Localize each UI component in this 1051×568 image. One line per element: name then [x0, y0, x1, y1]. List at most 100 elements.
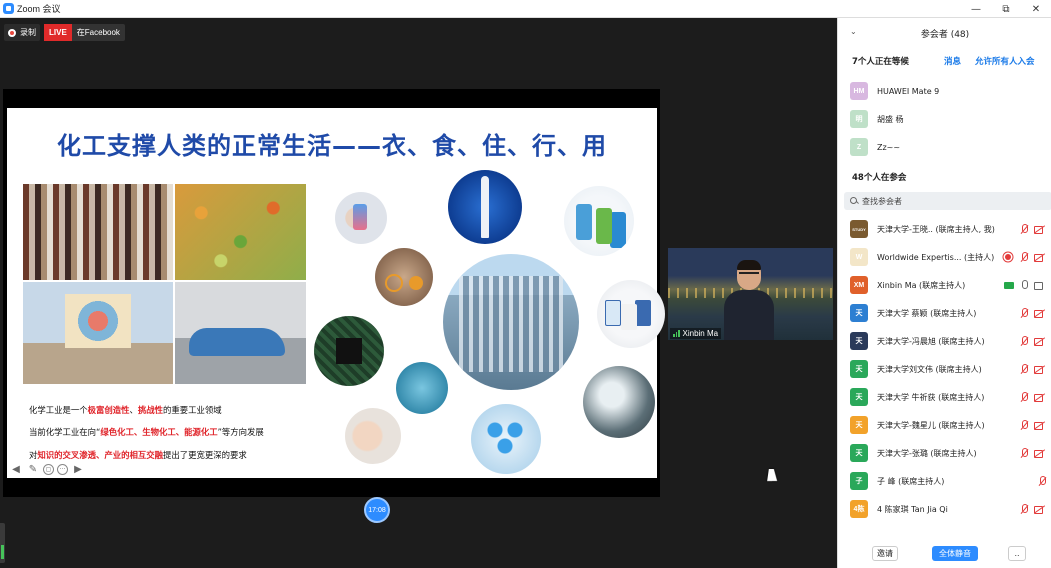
more-button[interactable]: ..	[1008, 546, 1026, 561]
panel-footer: 邀请 全体静音 ..	[838, 538, 1051, 568]
screen-share: 化工支撑人类的正常生活——衣、食、住、行、用 化学工业是一个极富创造性、挑战性的…	[3, 89, 665, 497]
slide-title: 化工支撑人类的正常生活——衣、食、住、行、用	[57, 132, 607, 160]
microphone-muted-icon[interactable]	[1020, 223, 1028, 235]
video-off-icon[interactable]	[1034, 337, 1046, 346]
microphone-muted-icon[interactable]	[1020, 447, 1028, 459]
microphone-muted-icon[interactable]	[1020, 503, 1028, 515]
video-off-icon[interactable]	[1034, 309, 1046, 318]
window-titlebar: Zoom 会议 — ⧉ ✕	[0, 0, 1051, 18]
speaker-name: Xinbin Ma	[682, 329, 719, 338]
chemical-plant-image	[443, 254, 579, 390]
microphone-muted-icon[interactable]	[1020, 391, 1028, 403]
participant-name: 天津大学 牛祈获 (联席主持人)	[877, 392, 985, 402]
participant-name: 天津大学刘文伟 (联席主持人)	[877, 364, 982, 374]
participant-row[interactable]: 4陈 4 陈家琪 Tan Jia Qi	[838, 495, 1051, 523]
in-meeting-header: 48个人在参会	[838, 168, 1051, 186]
highlight-segment: 挑战性	[137, 405, 163, 415]
avatar: 天	[850, 360, 868, 378]
participant-name: 天津大学-魏星儿 (联席主持人)	[877, 420, 985, 430]
clothes-photo	[23, 184, 173, 280]
live-target: 在Facebook	[76, 28, 120, 37]
recording-indicator[interactable]: 录制	[4, 24, 40, 41]
participant-name: 天津大学-张璐 (联席主持人)	[877, 448, 977, 458]
pen-icon[interactable]: ✎	[26, 462, 40, 476]
next-slide-icon[interactable]: ▶	[71, 462, 85, 476]
microphone-muted-icon[interactable]	[1020, 307, 1028, 319]
more-options-icon[interactable]: ···	[57, 463, 68, 475]
video-off-icon[interactable]	[1034, 253, 1046, 262]
participant-row[interactable]: 天天津大学-冯晨旭 (联席主持人)	[838, 327, 1051, 355]
text-segment: 当前化学工业在向“	[29, 427, 101, 437]
participant-search-input[interactable]: 查找参会者	[844, 192, 1051, 210]
microphone-muted-icon[interactable]	[1020, 363, 1028, 375]
previous-slide-icon[interactable]: ◀	[9, 462, 23, 476]
waiting-participant-row[interactable]: 明胡盛 杨	[838, 105, 1051, 133]
audio-level-indicator	[0, 523, 5, 563]
avatar: Z	[850, 138, 868, 156]
live-stream-indicator[interactable]: LIVE 在Facebook	[44, 24, 125, 41]
maximize-icon[interactable]: ⧉	[991, 0, 1021, 18]
participant-name: 天津大学 蔡颖 (联席主持人)	[877, 308, 977, 318]
participant-row[interactable]: XM Xinbin Ma (联席主持人)	[838, 271, 1051, 299]
video-off-icon[interactable]	[1034, 365, 1046, 374]
invite-button[interactable]: 邀请	[872, 546, 898, 561]
speaker-person	[724, 258, 774, 340]
window-title: Zoom 会议	[17, 4, 61, 14]
speaker-video-tile[interactable]: Xinbin Ma	[668, 248, 833, 340]
admit-all-link[interactable]: 允许所有人入会	[975, 55, 1035, 67]
avatar: STUDY	[850, 220, 868, 238]
video-off-icon[interactable]	[1034, 225, 1046, 234]
waiting-participant-row[interactable]: Z Zz~~	[838, 133, 1051, 161]
avatar: 明	[850, 110, 868, 128]
video-off-icon[interactable]	[1034, 449, 1046, 458]
dna-image	[396, 362, 448, 414]
speaker-body	[724, 290, 774, 340]
slide-text-line-2: 当前化学工业在向“绿色化工、生物化工、能源化工”等方向发展	[29, 426, 264, 438]
participant-row[interactable]: 天天津大学-魏星儿 (联席主持人)	[838, 411, 1051, 439]
participant-name: Xinbin Ma (联席主持人)	[877, 280, 966, 290]
participant-name: HUAWEI Mate 9	[877, 86, 940, 96]
record-icon	[8, 28, 16, 37]
microphone-icon[interactable]	[1020, 279, 1028, 291]
pills-in-hand-image	[345, 408, 401, 464]
screen-share-icon[interactable]	[1004, 281, 1014, 289]
text-segment: 提出了更宽更深的要求	[163, 450, 247, 460]
collapse-chevron-icon[interactable]: ⌄	[850, 27, 857, 36]
participant-name: 子 峰 (联席主持人)	[877, 476, 945, 486]
microphone-muted-icon[interactable]	[1020, 251, 1028, 263]
speaker-glasses	[739, 272, 759, 276]
mute-all-button[interactable]: 全体静音	[932, 546, 978, 561]
water-treatment-image	[583, 366, 655, 438]
participant-row[interactable]: 天天津大学-张璐 (联席主持人)	[838, 439, 1051, 467]
video-off-icon[interactable]	[1034, 393, 1046, 402]
participant-row[interactable]: STUDY 天津大学-王晓.. (联席主持人, 我)	[838, 215, 1051, 243]
video-off-icon[interactable]	[1034, 505, 1046, 514]
participant-name: 天津大学-王晓.. (联席主持人, 我)	[877, 224, 995, 234]
microphone-muted-icon[interactable]	[1020, 419, 1028, 431]
minimize-icon[interactable]: —	[961, 0, 991, 18]
video-off-icon[interactable]	[1034, 421, 1046, 430]
participants-panel: ⌄ 参会者 (48) 7个人正在等候 消息 允许所有人入会 HM HUAWEI M…	[837, 18, 1051, 568]
medicine-bottles-image	[597, 280, 665, 348]
avatar: 天	[850, 444, 868, 462]
message-link[interactable]: 消息	[944, 55, 961, 67]
participant-row[interactable]: 子子 峰 (联席主持人)	[838, 467, 1051, 495]
participant-row[interactable]: W Worldwide Expertis... (主持人)	[838, 243, 1051, 271]
participant-row[interactable]: 天天津大学刘文伟 (联席主持人)	[838, 355, 1051, 383]
highlight-segment: 知识的交叉渗透、产业的相互交融	[37, 450, 163, 460]
participant-row[interactable]: 天天津大学 牛祈获 (联席主持人)	[838, 383, 1051, 411]
close-icon[interactable]: ✕	[1021, 0, 1051, 18]
slides-grid-icon[interactable]: ▢	[43, 463, 54, 475]
participant-row[interactable]: 天天津大学 蔡颖 (联席主持人)	[838, 299, 1051, 327]
speaker-hair	[737, 260, 761, 270]
elapsed-time-badge[interactable]: 17:08	[364, 497, 390, 523]
microphone-muted-icon[interactable]	[1038, 475, 1046, 487]
rocket-image	[448, 170, 522, 244]
recording-icon[interactable]	[1005, 254, 1011, 260]
participant-status-icons	[1020, 299, 1046, 327]
recording-label: 录制	[20, 28, 36, 37]
waiting-participant-row[interactable]: HM HUAWEI Mate 9	[838, 77, 1051, 105]
detergent-bottles-image	[564, 186, 634, 256]
video-icon[interactable]	[1034, 281, 1046, 290]
microphone-muted-icon[interactable]	[1020, 335, 1028, 347]
